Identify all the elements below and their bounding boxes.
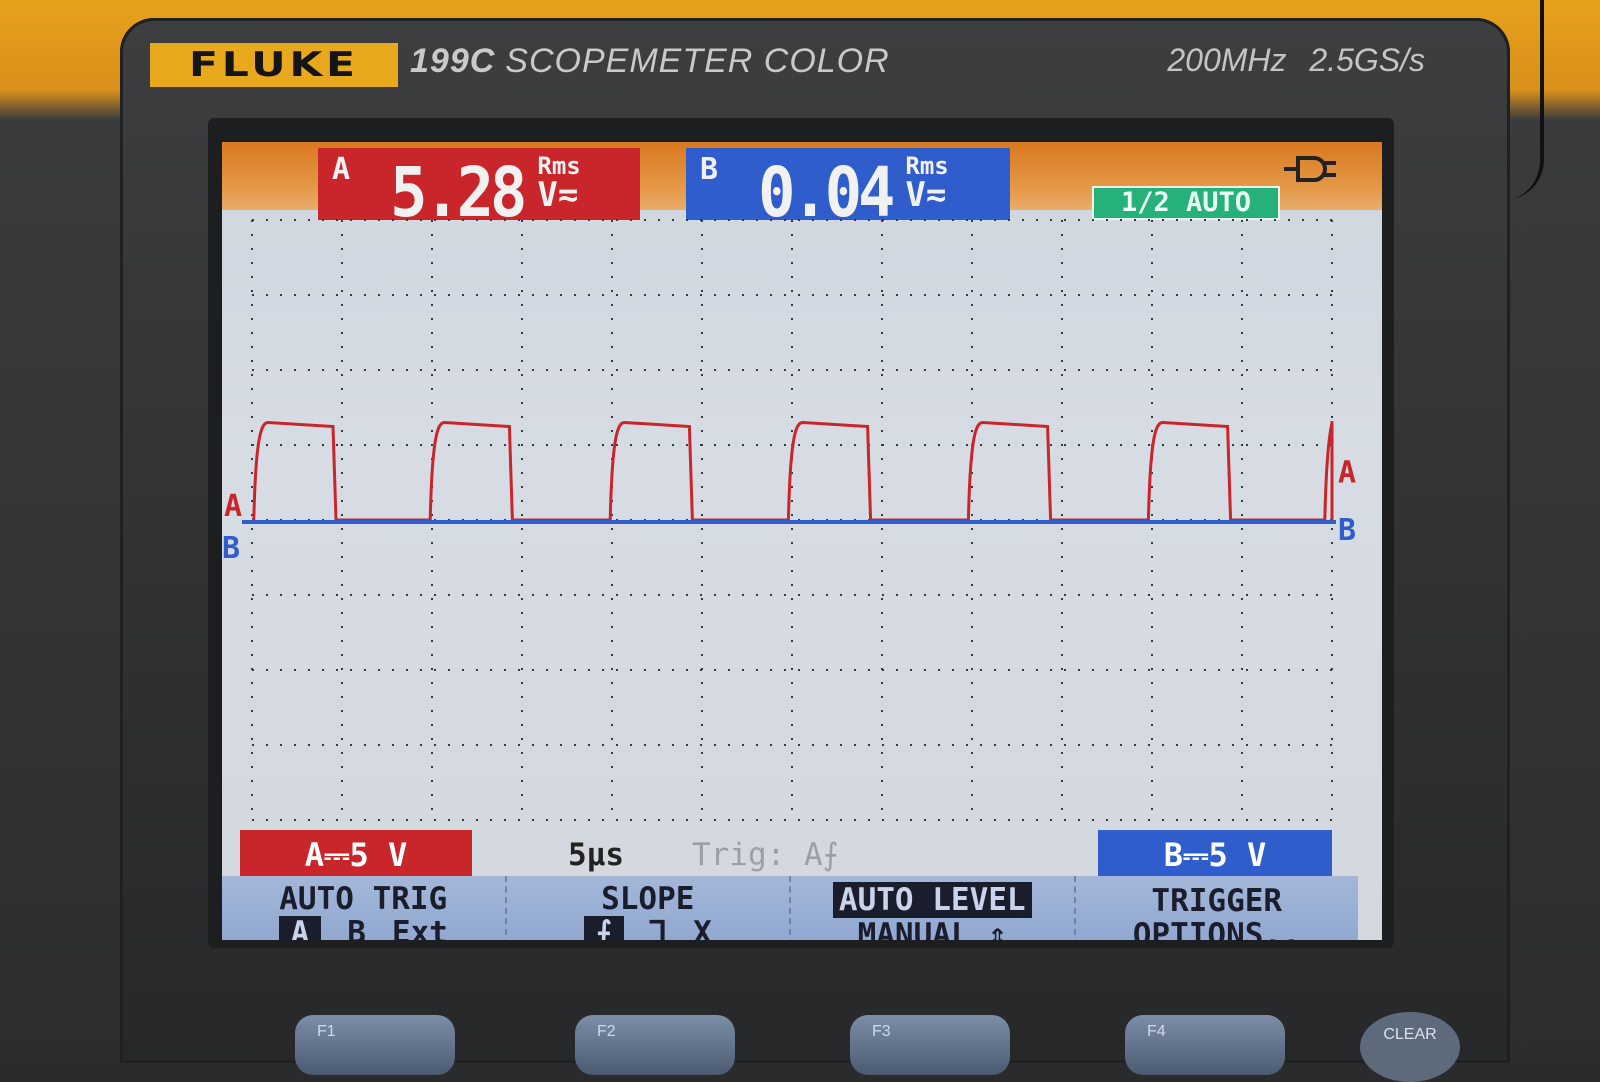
readout-a-channel: A bbox=[332, 152, 351, 187]
f2-key[interactable]: F2 bbox=[575, 1015, 735, 1075]
model-name: SCOPEMETER COLOR bbox=[505, 42, 890, 80]
channel-b-scale[interactable]: B⎓5 V bbox=[1098, 830, 1332, 880]
softkey-slope-options: ⨍ Ꞁ X bbox=[507, 916, 790, 940]
clear-key[interactable]: CLEAR bbox=[1360, 1012, 1460, 1082]
measurement-bar: A 5.28 Rms V≂ B 0.04 Rms V≂ 1/2 AUTO bbox=[222, 142, 1382, 232]
option-ext[interactable]: Ext bbox=[392, 916, 448, 940]
softkey-auto-level[interactable]: AUTO LEVEL MANUAL ⇕ bbox=[791, 876, 1076, 940]
softkey-auto-trig-options: A B Ext bbox=[222, 916, 505, 940]
readout-b-units: Rms V≂ bbox=[905, 154, 948, 212]
brand-logo: FLUKE bbox=[189, 45, 359, 85]
option-a[interactable]: A bbox=[278, 916, 322, 940]
softkey-auto-trig-title: AUTO TRIG bbox=[279, 881, 448, 917]
model-label: 199C SCOPEMETER COLOR bbox=[410, 42, 890, 81]
channel-a-scale[interactable]: A⎓5 V bbox=[240, 830, 472, 880]
option-b[interactable]: B bbox=[347, 916, 366, 940]
softkey-slope-title: SLOPE bbox=[601, 881, 695, 917]
softkey-menu: AUTO TRIG A B Ext SLOPE ⨍ Ꞁ X AUTO LEVEL… bbox=[222, 876, 1358, 940]
channel-b-right-marker: B bbox=[1338, 513, 1356, 548]
channel-a-left-marker: A bbox=[224, 489, 242, 524]
readout-a-units: Rms V≂ bbox=[537, 154, 580, 212]
softkey-manual-label: MANUAL ⇕ bbox=[857, 917, 1007, 940]
channel-a-trace bbox=[252, 420, 1334, 522]
softkey-trigger-line2: OPTIONS.. bbox=[1132, 917, 1301, 940]
falling-edge-icon[interactable]: Ꞁ bbox=[650, 916, 667, 940]
f4-key[interactable]: F4 bbox=[1125, 1015, 1285, 1075]
dual-edge-icon[interactable]: X bbox=[693, 916, 712, 940]
channel-b-left-marker: B bbox=[222, 531, 240, 566]
readout-a-unit: V≂ bbox=[537, 175, 579, 215]
timebase-label: 5µs bbox=[568, 837, 624, 873]
power-plug-icon bbox=[1284, 156, 1336, 182]
rising-edge-icon[interactable]: ⨍ bbox=[583, 916, 624, 940]
softkey-auto-level-selected: AUTO LEVEL bbox=[832, 882, 1032, 918]
sample-rate-label: 2.5GS/s bbox=[1309, 42, 1425, 78]
scope-screen: A 5.28 Rms V≂ B 0.04 Rms V≂ 1/2 AUTO ABA… bbox=[222, 142, 1382, 940]
f3-key[interactable]: F3 bbox=[850, 1015, 1010, 1075]
readout-b-unit: V≂ bbox=[905, 175, 947, 215]
readout-b-channel: B bbox=[700, 152, 719, 187]
softkey-auto-trig[interactable]: AUTO TRIG A B Ext bbox=[222, 876, 507, 940]
f1-key[interactable]: F1 bbox=[295, 1015, 455, 1075]
status-bar: A⎓5 V 5µs Trig: A⨍ B⎓5 V AUTO TRIG A B E… bbox=[222, 830, 1382, 940]
softkey-trigger-line1: TRIGGER bbox=[1151, 883, 1283, 919]
softkey-trigger-options[interactable]: TRIGGER OPTIONS.. bbox=[1076, 876, 1359, 940]
device-specs: 200MHz 2.5GS/s bbox=[1167, 42, 1425, 79]
bandwidth-label: 200MHz bbox=[1167, 42, 1287, 78]
trigger-label: Trig: A⨍ bbox=[692, 837, 839, 873]
waveform-area: ABAB bbox=[222, 219, 1356, 821]
channel-a-right-marker: A bbox=[1338, 456, 1356, 491]
model-number: 199C bbox=[410, 42, 496, 80]
softkey-slope[interactable]: SLOPE ⨍ Ꞁ X bbox=[507, 876, 791, 940]
brand-plate: FLUKE bbox=[150, 43, 398, 87]
